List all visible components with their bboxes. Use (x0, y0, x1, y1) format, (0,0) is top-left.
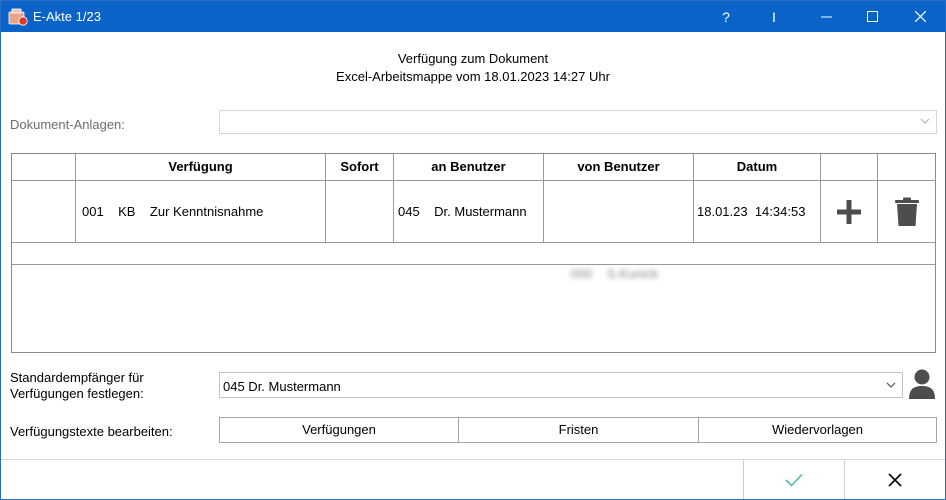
column-header-von-benutzer[interactable]: von Benutzer (544, 154, 694, 181)
title-bar[interactable]: E-Akte 1/23 ? I (1, 1, 945, 32)
user-icon[interactable] (908, 368, 936, 400)
add-disposition-button[interactable] (821, 181, 878, 243)
column-header-an-benutzer[interactable]: an Benutzer (394, 154, 544, 181)
default-recipient-label-2: Verfügungen festlegen: (10, 386, 144, 401)
redacted-user: 000 S.Kunick (570, 266, 659, 281)
attachments-combobox[interactable] (219, 110, 937, 134)
delete-disposition-button[interactable] (878, 181, 935, 243)
cell-verfuegung[interactable]: 001 KB Zur Kenntnisnahme (76, 181, 326, 243)
text-cursor-icon: I (772, 8, 776, 25)
column-header-datum[interactable]: Datum (694, 154, 821, 181)
e-akte-app-icon (8, 8, 28, 26)
text-cursor-button[interactable]: I (751, 1, 797, 32)
ok-button[interactable] (743, 460, 843, 499)
dialog-window: E-Akte 1/23 ? I Verfügung zum Dokument E… (0, 0, 946, 500)
cell-an-benutzer[interactable]: 045 Dr. Mustermann (394, 181, 544, 243)
minimize-button[interactable] (803, 1, 849, 32)
help-button[interactable]: ? (703, 1, 749, 32)
column-header-delete (878, 154, 935, 181)
trash-icon (894, 197, 919, 226)
checkmark-icon (784, 473, 803, 487)
maximize-button[interactable] (849, 1, 895, 32)
minimize-icon (820, 16, 832, 18)
wiedervorlagen-button[interactable]: Wiedervorlagen (699, 417, 937, 443)
close-icon (888, 472, 902, 487)
close-window-button[interactable] (897, 1, 943, 32)
cancel-button[interactable] (844, 460, 945, 499)
new-row[interactable] (12, 243, 935, 265)
cell-datum[interactable]: 18.01.23 14:34:53 (694, 181, 821, 243)
close-icon (914, 11, 926, 22)
attachments-label: Dokument-Anlagen: (10, 117, 125, 132)
fristen-button[interactable]: Fristen (459, 417, 699, 443)
verfuegungen-button[interactable]: Verfügungen (219, 417, 459, 443)
row-header[interactable] (12, 181, 76, 243)
dialog-heading: Verfügung zum Dokument (397, 51, 549, 66)
cell-von-benutzer[interactable]: 000 S.Kunick (544, 181, 694, 281)
texts-label: Verfügungstexte bearbeiten: (10, 424, 173, 439)
column-header-add (821, 154, 878, 181)
help-icon: ? (722, 8, 730, 25)
chevron-down-icon (920, 118, 930, 124)
default-recipient-value: 045 Dr. Mustermann (223, 379, 341, 394)
dispositions-table[interactable]: Verfügung Sofort an Benutzer von Benutze… (11, 153, 936, 353)
cell-sofort[interactable] (326, 181, 394, 243)
column-header-verfuegung[interactable]: Verfügung (76, 154, 326, 181)
row-header-corner (12, 154, 76, 181)
default-recipient-label-1: Standardempfänger für (10, 370, 144, 385)
window-title: E-Akte 1/23 (33, 9, 101, 24)
document-info: Excel-Arbeitsmappe vom 18.01.2023 14:27 … (336, 69, 610, 84)
plus-icon (837, 199, 861, 224)
maximize-icon (866, 11, 878, 22)
default-recipient-combobox[interactable]: 045 Dr. Mustermann (219, 372, 903, 398)
chevron-down-icon (886, 382, 896, 388)
column-header-sofort[interactable]: Sofort (326, 154, 394, 181)
